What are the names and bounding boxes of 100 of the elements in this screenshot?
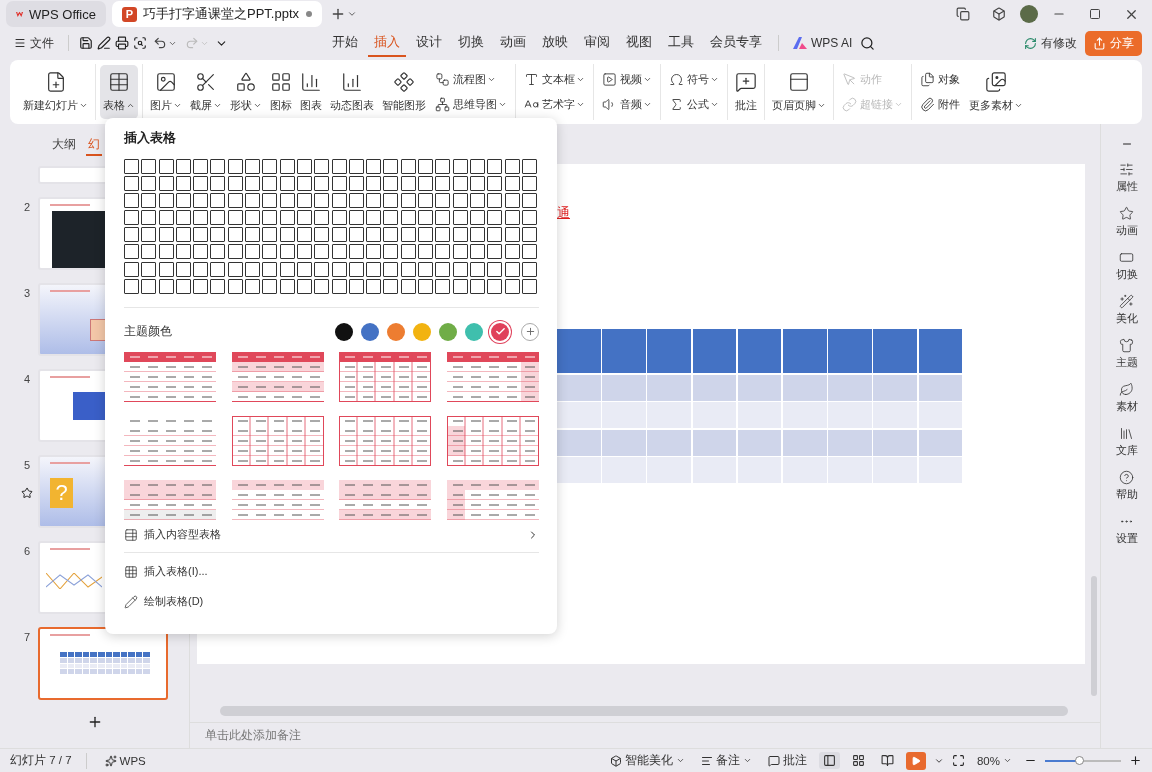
avatar-icon[interactable] bbox=[1020, 5, 1038, 23]
notes-button[interactable]: 备注 bbox=[696, 751, 756, 770]
slider-thumb[interactable] bbox=[1075, 755, 1085, 765]
print-preview-icon[interactable] bbox=[133, 36, 147, 50]
table-style-preview[interactable] bbox=[231, 479, 324, 520]
table-style-preview[interactable] bbox=[339, 351, 431, 404]
ribbon-button[interactable]: 新建幻灯片 bbox=[20, 65, 91, 119]
ribbon-button[interactable]: 表格 bbox=[100, 65, 138, 119]
text-box-icon bbox=[524, 72, 539, 87]
color-swatch[interactable] bbox=[387, 322, 405, 341]
zoom-in-icon[interactable] bbox=[1129, 754, 1142, 767]
side-panel-button[interactable]: 主题 bbox=[1115, 338, 1138, 370]
ribbon-button[interactable]: 流程图 bbox=[433, 70, 509, 89]
add-color-button[interactable] bbox=[521, 322, 539, 341]
ribbon-button[interactable]: 图表 bbox=[297, 65, 325, 119]
menu-item[interactable]: 插入表格(I)... bbox=[124, 556, 539, 587]
vertical-scrollbar[interactable] bbox=[1091, 576, 1097, 696]
table-style-preview[interactable] bbox=[231, 351, 324, 404]
side-panel-button[interactable]: 设置 bbox=[1115, 514, 1138, 546]
side-panel-button[interactable]: 素材 bbox=[1115, 382, 1138, 414]
ribbon-button[interactable]: 艺术字 bbox=[522, 95, 587, 114]
ribbon-button[interactable]: 图片 bbox=[147, 65, 185, 119]
side-panel-button[interactable]: 动画 bbox=[1115, 206, 1138, 238]
draw-table-icon bbox=[124, 594, 138, 609]
color-swatch[interactable] bbox=[465, 322, 483, 341]
ribbon-button[interactable]: 符号 bbox=[667, 70, 721, 89]
normal-view-icon[interactable] bbox=[818, 752, 840, 769]
table-style-preview[interactable] bbox=[339, 479, 431, 520]
ribbon-button[interactable]: 对象 bbox=[918, 70, 962, 89]
table-style-preview[interactable] bbox=[124, 351, 216, 404]
ribbon-button[interactable]: 智能图形 bbox=[379, 65, 429, 119]
side-panel-button[interactable]: 帮助 bbox=[1115, 470, 1138, 502]
ribbon-button[interactable]: 动态图表 bbox=[327, 65, 377, 119]
search-icon[interactable] bbox=[860, 35, 876, 51]
play-button[interactable] bbox=[905, 751, 926, 770]
horizontal-scrollbar[interactable] bbox=[220, 706, 1068, 716]
beautify-button[interactable]: 智能美化 bbox=[605, 751, 689, 770]
table-style-preview[interactable] bbox=[446, 479, 539, 520]
ribbon-button[interactable]: 附件 bbox=[918, 95, 962, 114]
menu-tab[interactable]: 插入 bbox=[368, 29, 406, 57]
menu-tab[interactable]: 设计 bbox=[410, 29, 448, 57]
ribbon-button[interactable]: 公式 bbox=[667, 95, 721, 114]
side-panel-button[interactable]: 属性 bbox=[1115, 162, 1138, 194]
save-icon[interactable] bbox=[79, 36, 93, 50]
pen-icon[interactable] bbox=[97, 36, 111, 50]
panel-tab[interactable]: 幻 bbox=[86, 134, 102, 156]
ribbon-button[interactable]: 形状 bbox=[227, 65, 265, 119]
window-tab[interactable]: WPS Office bbox=[6, 1, 106, 27]
ribbon-button[interactable]: 视频 bbox=[600, 70, 654, 89]
file-badge: P bbox=[122, 6, 137, 22]
print-icon[interactable] bbox=[115, 36, 129, 50]
ribbon-button[interactable]: 图标 bbox=[267, 65, 295, 119]
color-swatch[interactable] bbox=[491, 322, 509, 341]
plus-icon bbox=[330, 6, 346, 22]
menu-tab[interactable]: 审阅 bbox=[578, 29, 616, 57]
zoom-menu[interactable]: 80% bbox=[972, 752, 1016, 769]
table-style-preview[interactable] bbox=[446, 415, 539, 468]
table-style-preview[interactable] bbox=[124, 479, 216, 520]
notes-placeholder[interactable]: 单击此处添加备注 bbox=[205, 728, 301, 743]
ribbon-button[interactable]: 音频 bbox=[600, 95, 654, 114]
side-panel-button[interactable]: 文库 bbox=[1115, 426, 1138, 458]
menu-item[interactable]: 插入内容型表格 bbox=[124, 519, 539, 550]
color-swatch[interactable] bbox=[439, 322, 457, 341]
window-tab[interactable]: P 巧手打字通课堂之PPT.pptx bbox=[112, 1, 322, 27]
color-swatch[interactable] bbox=[361, 322, 379, 341]
menu-tab[interactable]: 放映 bbox=[536, 29, 574, 57]
comments-button[interactable]: 批注 bbox=[763, 751, 811, 770]
menu-item[interactable]: 绘制表格(D) bbox=[124, 586, 539, 617]
side-panel-button[interactable]: 美化 bbox=[1115, 294, 1138, 326]
table-size-grid[interactable] bbox=[124, 159, 537, 294]
menu-tab[interactable]: 切换 bbox=[452, 29, 490, 57]
file-menu[interactable]: 文件 bbox=[10, 32, 58, 54]
fit-icon[interactable] bbox=[951, 754, 965, 767]
ribbon-button[interactable]: 页眉页脚 bbox=[769, 65, 829, 119]
paperclip-icon bbox=[920, 97, 935, 112]
table-style-preview[interactable] bbox=[231, 415, 324, 468]
caret-icon bbox=[742, 756, 752, 765]
color-swatch[interactable] bbox=[413, 322, 431, 341]
menu-tab[interactable]: 动画 bbox=[494, 29, 532, 57]
menu-tab[interactable]: 工具 bbox=[662, 29, 700, 57]
app-button[interactable]: WPS bbox=[100, 752, 150, 769]
menu-tab[interactable]: 视图 bbox=[620, 29, 658, 57]
menu-tab[interactable]: 开始 bbox=[326, 29, 364, 57]
ribbon-button[interactable]: 截屏 bbox=[187, 65, 225, 119]
ribbon-button[interactable]: 更多素材 bbox=[966, 65, 1026, 119]
ribbon-button[interactable]: 文本框 bbox=[522, 70, 587, 89]
ai-button[interactable]: WPS AI bbox=[789, 34, 857, 52]
slide-thumbnail[interactable] bbox=[38, 627, 168, 700]
color-swatch[interactable] bbox=[335, 322, 353, 341]
menu-tab[interactable]: 会员专享 bbox=[704, 29, 768, 57]
ribbon-button[interactable]: 批注 bbox=[732, 65, 760, 119]
ribbon-button[interactable]: 思维导图 bbox=[433, 95, 509, 114]
side-panel-button[interactable]: 切换 bbox=[1115, 250, 1138, 282]
slide-counter: 幻灯片 7 / 7 bbox=[10, 753, 72, 768]
table-style-preview[interactable] bbox=[339, 415, 431, 468]
zoom-slider[interactable] bbox=[1045, 759, 1121, 762]
panel-tab[interactable]: 大纲 bbox=[50, 134, 78, 156]
changes-button[interactable]: 有修改 bbox=[1020, 32, 1081, 54]
table-style-preview[interactable] bbox=[446, 351, 539, 404]
caret-icon bbox=[675, 756, 685, 765]
